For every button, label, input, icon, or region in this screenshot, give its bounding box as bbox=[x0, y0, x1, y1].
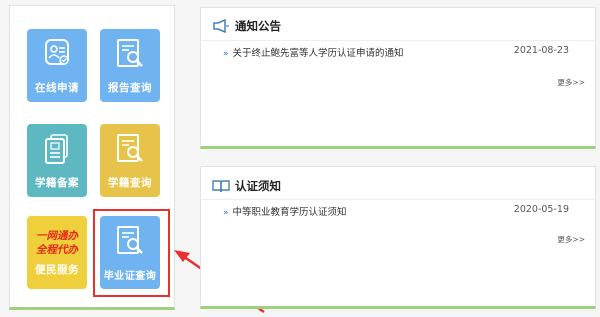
slogan-line-1: 一网通办 bbox=[36, 230, 78, 242]
tile-online-apply[interactable]: 在线申请 bbox=[27, 29, 87, 102]
notice-item-date: 2021-08-23 bbox=[513, 45, 569, 56]
notice-more-link[interactable]: 更多>> bbox=[557, 77, 585, 88]
guide-more-link[interactable]: 更多>> bbox=[557, 234, 585, 245]
tile-label: 报告查询 bbox=[108, 82, 152, 94]
notice-card: 通知公告 » 关于终止鲍先富等人学历认证申请的通知 2021-08-23 更多>> bbox=[200, 7, 596, 149]
tile-citizen-service[interactable]: 一网通办 全程代办 便民服务 bbox=[27, 216, 87, 289]
highlight-box bbox=[93, 209, 170, 297]
double-chevron-icon: » bbox=[223, 49, 229, 59]
guide-card: 认证须知 » 中等职业教育学历认证须知 2020-05-19 更多>> bbox=[200, 166, 596, 309]
megaphone-icon bbox=[212, 18, 230, 37]
stacked-documents-icon bbox=[43, 133, 71, 169]
notice-item[interactable]: » 关于终止鲍先富等人学历认证申请的通知 2021-08-23 bbox=[223, 45, 569, 59]
divider bbox=[201, 40, 595, 41]
guide-item[interactable]: » 中等职业教育学历认证须知 2020-05-19 bbox=[223, 204, 569, 218]
tile-report-query[interactable]: 报告查询 bbox=[100, 29, 160, 102]
tile-label: 学籍备案 bbox=[35, 177, 79, 189]
document-search-icon bbox=[115, 38, 145, 74]
tile-status-record[interactable]: 学籍备案 bbox=[27, 124, 87, 197]
guide-title: 认证须知 bbox=[235, 179, 281, 193]
tile-label: 在线申请 bbox=[35, 82, 79, 94]
double-chevron-icon: » bbox=[223, 208, 229, 218]
guide-item-date: 2020-05-19 bbox=[513, 204, 569, 215]
book-icon bbox=[212, 178, 230, 197]
notice-item-text[interactable]: 关于终止鲍先富等人学历认证申请的通知 bbox=[233, 48, 404, 59]
notice-title: 通知公告 bbox=[235, 19, 281, 33]
tile-label: 便民服务 bbox=[35, 264, 79, 276]
document-search-icon bbox=[115, 133, 145, 169]
guide-item-text[interactable]: 中等职业教育学历认证须知 bbox=[233, 207, 347, 218]
tile-label: 学籍查询 bbox=[108, 177, 152, 189]
tile-status-query[interactable]: 学籍查询 bbox=[100, 124, 160, 197]
slogan-line-2: 全程代办 bbox=[36, 244, 78, 256]
divider bbox=[201, 199, 595, 200]
id-card-icon bbox=[44, 38, 70, 72]
